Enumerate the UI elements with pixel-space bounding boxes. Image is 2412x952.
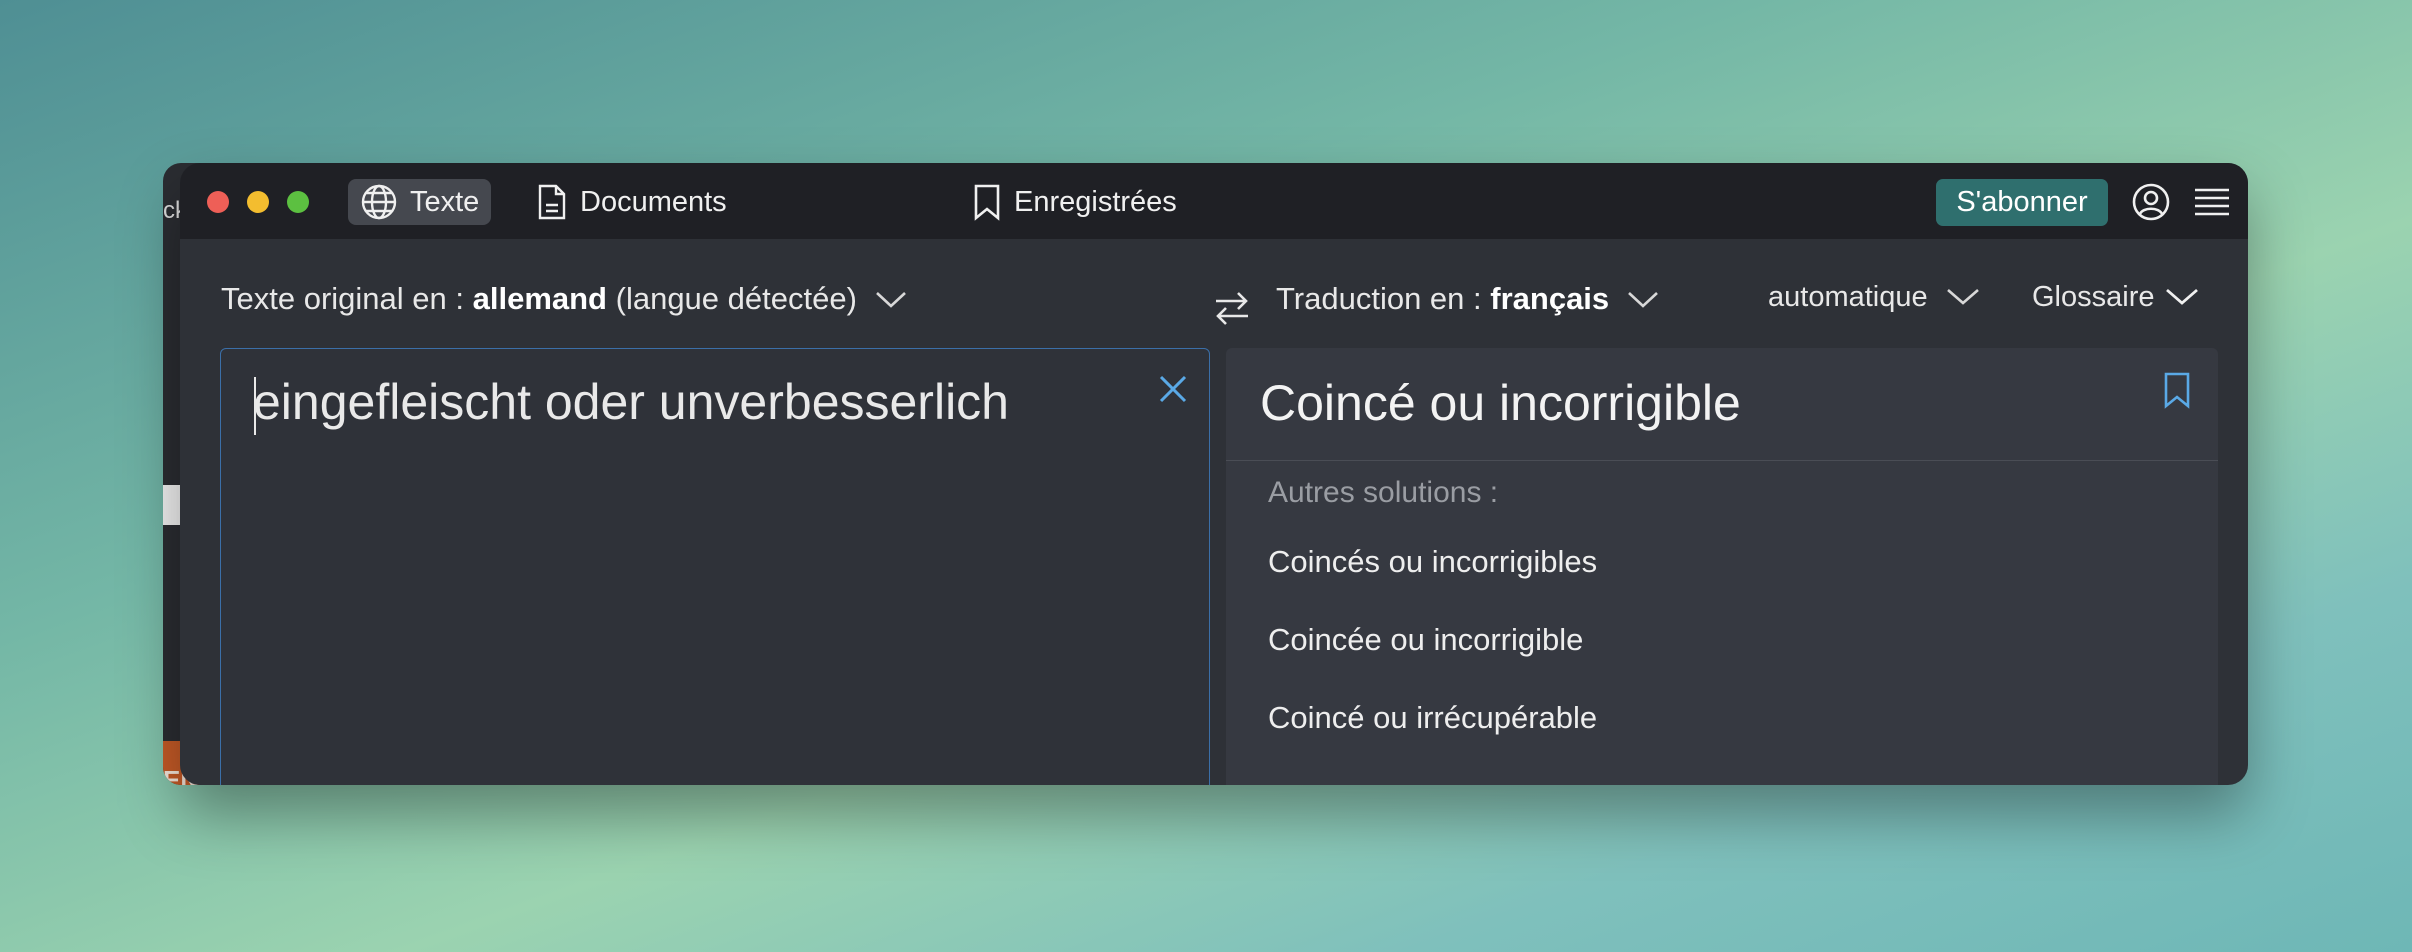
source-text-area[interactable]: eingefleischt oder unverbesserlich: [220, 348, 1210, 785]
tab-texte[interactable]: Texte: [348, 179, 492, 225]
alternative-item[interactable]: Coincée ou incorrigible: [1268, 622, 1583, 658]
tab-texte-label: Texte: [410, 185, 480, 218]
alternatives-title: Autres solutions :: [1268, 476, 1499, 509]
title-bar: Texte Documents Enregistrées S'abonner: [180, 163, 2248, 239]
tab-documents-label: Documents: [580, 185, 727, 218]
save-bookmark-icon[interactable]: [2160, 370, 2194, 410]
swap-languages-icon[interactable]: [1210, 286, 1254, 330]
glossary-label: Glossaire: [2032, 281, 2155, 313]
alternative-item[interactable]: Coincés ou incorrigibles: [1268, 544, 1597, 580]
chevron-down-icon: [875, 281, 907, 317]
subscribe-button[interactable]: S'abonner: [1936, 179, 2108, 226]
tab-documents[interactable]: Documents: [524, 179, 739, 225]
chevron-down-icon: [1946, 281, 1980, 314]
source-language-selector[interactable]: Texte original en : allemand (langue dét…: [221, 281, 907, 317]
zoom-window-button[interactable]: [287, 191, 309, 213]
source-language-label: Texte original en : allemand (langue dét…: [221, 281, 857, 317]
source-detected-note: (langue détectée): [615, 281, 857, 316]
chevron-down-icon: [1627, 281, 1659, 317]
close-window-button[interactable]: [207, 191, 229, 213]
target-language-label: Traduction en : français: [1276, 281, 1609, 317]
bookmark-icon: [972, 183, 1002, 221]
source-prefix: Texte original en :: [221, 281, 464, 316]
clear-text-icon[interactable]: [1155, 371, 1191, 407]
alternative-item[interactable]: Coincé ou irrécupérable: [1268, 700, 1597, 736]
target-language-selector[interactable]: Traduction en : français: [1276, 281, 1659, 317]
glossary-selector[interactable]: Glossaire: [2032, 281, 2199, 314]
document-icon: [536, 183, 568, 221]
formality-label: automatique: [1768, 281, 1928, 313]
formality-selector[interactable]: automatique: [1768, 281, 1980, 314]
translation-panel: Coincé ou incorrigible Autres solutions …: [1226, 348, 2218, 785]
tab-enregistrees[interactable]: Enregistrées: [960, 179, 1189, 225]
target-prefix: Traduction en :: [1276, 281, 1482, 316]
account-icon[interactable]: [2130, 181, 2172, 223]
divider: [1226, 460, 2218, 461]
chevron-down-icon: [2165, 281, 2199, 314]
translation-text[interactable]: Coincé ou incorrigible: [1260, 374, 1741, 432]
source-text[interactable]: eingefleischt oder unverbesserlich: [253, 373, 1009, 431]
minimize-window-button[interactable]: [247, 191, 269, 213]
translator-window: Texte Documents Enregistrées S'abonner T…: [180, 163, 2248, 785]
hamburger-menu-icon[interactable]: [2192, 185, 2232, 219]
tab-enregistrees-label: Enregistrées: [1014, 185, 1177, 218]
source-language: allemand: [472, 281, 607, 316]
target-language: français: [1490, 281, 1610, 316]
globe-icon: [360, 183, 398, 221]
